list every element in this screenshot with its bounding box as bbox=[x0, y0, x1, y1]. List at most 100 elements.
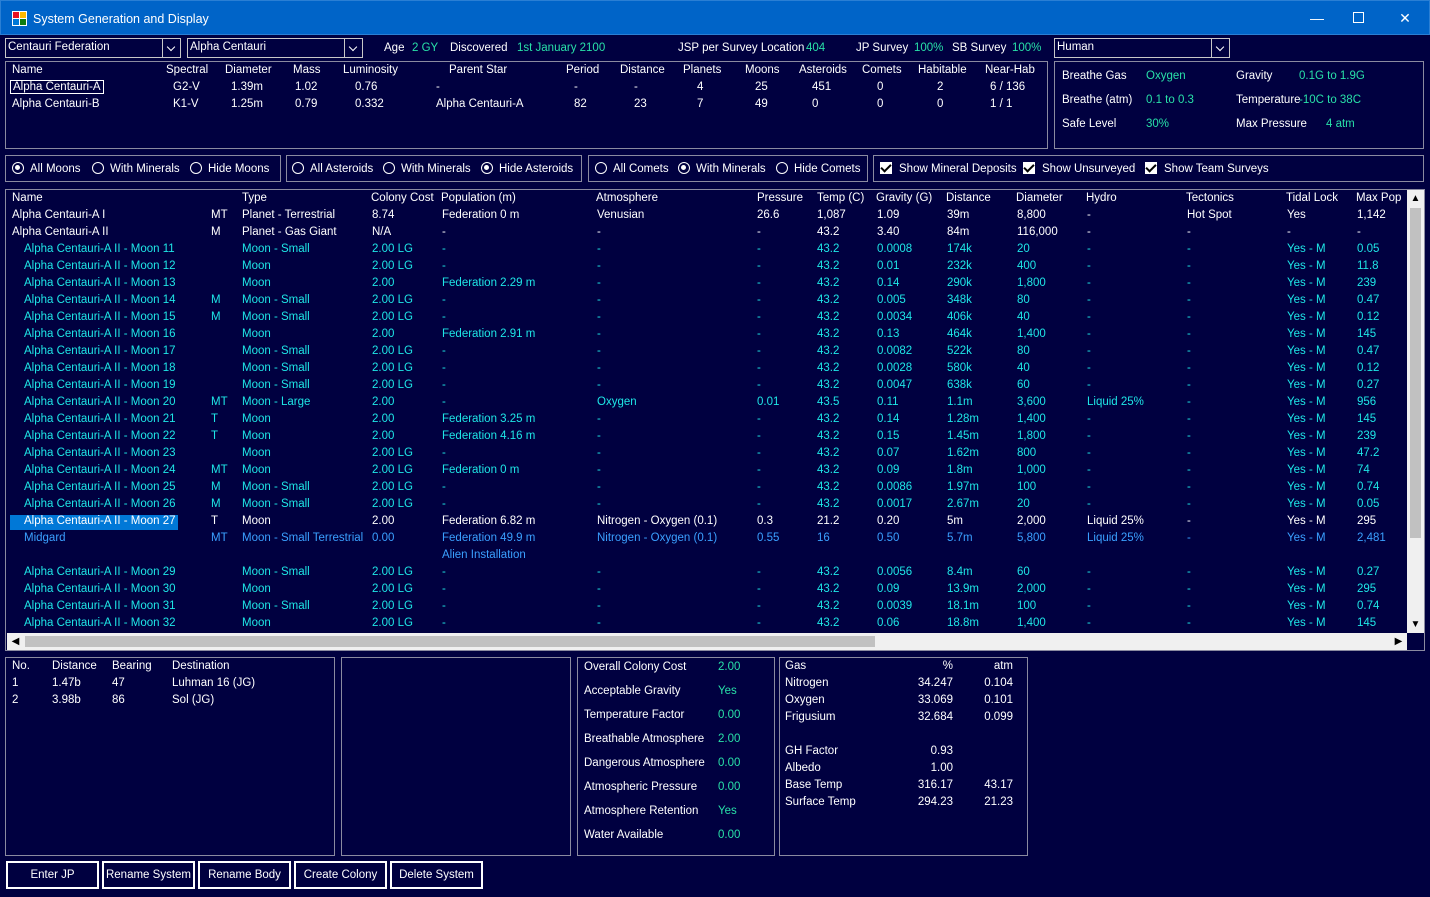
bodies-cell-max-pop: 0.74 bbox=[1357, 600, 1380, 612]
bodies-cell-tidal-lock: Yes - M bbox=[1287, 532, 1326, 544]
bodies-header-temp[interactable]: Temp (C) bbox=[817, 192, 864, 204]
bodies-cell-name[interactable]: Alpha Centauri-A II - Moon 16 bbox=[24, 328, 176, 340]
bodies-cell-diameter: 400 bbox=[1017, 260, 1037, 272]
bodies-cell-gravity: 0.0017 bbox=[877, 498, 913, 510]
jp-cell-no[interactable]: 2 bbox=[12, 694, 18, 706]
radio-hide-comets[interactable]: Hide Comets bbox=[776, 162, 860, 175]
horizontal-scroll-thumb[interactable] bbox=[25, 636, 875, 647]
discovered-label: Discovered bbox=[450, 42, 508, 54]
jp-header-bearing[interactable]: Bearing bbox=[112, 660, 152, 672]
bodies-header-name[interactable]: Name bbox=[12, 192, 43, 204]
bodies-cell-name[interactable]: Alpha Centauri-A I bbox=[12, 209, 105, 221]
bodies-cell-colony-cost: 2.00 LG bbox=[372, 617, 413, 629]
bodies-header-diameter[interactable]: Diameter bbox=[1016, 192, 1063, 204]
stars-cell-spectral: K1-V bbox=[173, 98, 199, 110]
bodies-cell-diameter: 5,800 bbox=[1017, 532, 1046, 544]
bodies-cell-pressure: - bbox=[757, 430, 761, 442]
bodies-cell-name[interactable]: Alpha Centauri-A II - Moon 21 bbox=[24, 413, 176, 425]
close-icon[interactable]: ✕ bbox=[1396, 9, 1414, 27]
delete-system-button[interactable]: Delete System bbox=[390, 861, 483, 889]
radio-all-asteroids[interactable]: All Asteroids bbox=[292, 162, 373, 175]
checkbox-show-mineral-deposits[interactable]: Show Mineral Deposits bbox=[880, 162, 1017, 175]
radio-moons-with-minerals[interactable]: With Minerals bbox=[92, 162, 180, 175]
bodies-header-gravity[interactable]: Gravity (G) bbox=[876, 192, 932, 204]
jp-header-distance[interactable]: Distance bbox=[52, 660, 97, 672]
bodies-cell-name[interactable]: Alpha Centauri-A II - Moon 32 bbox=[24, 617, 176, 629]
bodies-cell-name[interactable]: Alpha Centauri-A II bbox=[12, 226, 109, 238]
bodies-header-tidal-lock[interactable]: Tidal Lock bbox=[1286, 192, 1338, 204]
gas-name: Oxygen bbox=[785, 694, 825, 706]
radio-asteroids-with-minerals[interactable]: With Minerals bbox=[383, 162, 471, 175]
jp-header-destination[interactable]: Destination bbox=[172, 660, 230, 672]
scroll-left-icon[interactable]: ◀ bbox=[7, 633, 24, 650]
bodies-cell-name[interactable]: Alpha Centauri-A II - Moon 13 bbox=[24, 277, 176, 289]
bodies-cell-population: Federation 3.25 m bbox=[442, 413, 536, 425]
bodies-header-colony-cost[interactable]: Colony Cost bbox=[371, 192, 434, 204]
bodies-cell-flags: M bbox=[211, 294, 221, 306]
bodies-cell-name[interactable]: Alpha Centauri-A II - Moon 12 bbox=[24, 260, 176, 272]
bodies-cell-name[interactable]: Alpha Centauri-A II - Moon 29 bbox=[24, 566, 176, 578]
bodies-cell-name[interactable]: Alpha Centauri-A II - Moon 25 bbox=[24, 481, 176, 493]
chevron-down-icon[interactable] bbox=[344, 39, 362, 57]
create-colony-button[interactable]: Create Colony bbox=[294, 861, 387, 889]
radio-all-moons[interactable]: All Moons bbox=[12, 162, 81, 175]
bodies-cell-name[interactable]: Alpha Centauri-A II - Moon 14 bbox=[24, 294, 176, 306]
scroll-right-icon[interactable]: ▶ bbox=[1390, 633, 1407, 650]
bodies-cell-name[interactable]: Midgard bbox=[24, 532, 66, 544]
bodies-header-pressure[interactable]: Pressure bbox=[757, 192, 803, 204]
bodies-cell-name[interactable]: Alpha Centauri-A II - Moon 19 bbox=[24, 379, 176, 391]
minimize-icon[interactable]: — bbox=[1308, 9, 1326, 27]
radio-comets-with-minerals[interactable]: With Minerals bbox=[678, 162, 766, 175]
radio-hide-asteroids[interactable]: Hide Asteroids bbox=[481, 162, 573, 175]
scroll-down-icon[interactable]: ▼ bbox=[1407, 616, 1424, 633]
bodies-cell-name[interactable]: Alpha Centauri-A II - Moon 27 bbox=[10, 515, 178, 530]
bodies-cell-name[interactable]: Alpha Centauri-A II - Moon 23 bbox=[24, 447, 176, 459]
rename-system-button[interactable]: Rename System bbox=[102, 861, 195, 889]
vertical-scroll-thumb[interactable] bbox=[1410, 208, 1421, 538]
vertical-scrollbar[interactable]: ▲ ▼ bbox=[1407, 190, 1424, 633]
race-select[interactable]: Centauri Federation bbox=[5, 38, 181, 58]
bodies-cell-name[interactable]: Alpha Centauri-A II - Moon 20 bbox=[24, 396, 176, 408]
bodies-cell-population: - bbox=[442, 600, 446, 612]
jp-header-no[interactable]: No. bbox=[12, 660, 30, 672]
checkbox-show-team-surveys[interactable]: Show Team Surveys bbox=[1145, 162, 1269, 175]
stars-cell-name[interactable]: Alpha Centauri-A bbox=[10, 80, 104, 94]
bodies-header-type[interactable]: Type bbox=[242, 192, 267, 204]
checkbox-show-unsurveyed[interactable]: Show Unsurveyed bbox=[1023, 162, 1135, 175]
jp-cell-no[interactable]: 1 bbox=[12, 677, 18, 689]
bodies-cell-name[interactable]: Alpha Centauri-A II - Moon 15 bbox=[24, 311, 176, 323]
maximize-icon[interactable] bbox=[1350, 9, 1368, 27]
bodies-cell-name[interactable]: Alpha Centauri-A II - Moon 31 bbox=[24, 600, 176, 612]
checkbox-label: Show Mineral Deposits bbox=[899, 163, 1017, 175]
bodies-cell-name[interactable]: Alpha Centauri-A II - Moon 24 bbox=[24, 464, 176, 476]
system-select[interactable]: Alpha Centauri bbox=[187, 38, 363, 58]
bodies-header-max-pop[interactable]: Max Pop bbox=[1356, 192, 1401, 204]
rename-body-button[interactable]: Rename Body bbox=[198, 861, 291, 889]
bodies-cell-temp: 43.2 bbox=[817, 600, 840, 612]
bodies-cell-name[interactable]: Alpha Centauri-A II - Moon 17 bbox=[24, 345, 176, 357]
radio-icon bbox=[595, 162, 607, 174]
chevron-down-icon[interactable] bbox=[1211, 39, 1229, 57]
bodies-cell-distance: 1.45m bbox=[947, 430, 979, 442]
bodies-header-distance[interactable]: Distance bbox=[946, 192, 991, 204]
bodies-header-population[interactable]: Population (m) bbox=[441, 192, 516, 204]
enter-jp-button[interactable]: Enter JP bbox=[6, 861, 99, 889]
bodies-cell-name[interactable]: Alpha Centauri-A II - Moon 26 bbox=[24, 498, 176, 510]
radio-hide-moons[interactable]: Hide Moons bbox=[190, 162, 269, 175]
stars-cell-name[interactable]: Alpha Centauri-B bbox=[12, 98, 100, 110]
species-select[interactable]: Human bbox=[1054, 38, 1230, 58]
bodies-header-tectonics[interactable]: Tectonics bbox=[1186, 192, 1234, 204]
jp-cell-destination: Sol (JG) bbox=[172, 694, 215, 706]
chevron-down-icon[interactable] bbox=[162, 39, 180, 57]
scroll-up-icon[interactable]: ▲ bbox=[1407, 190, 1424, 207]
jp-survey-label: JP Survey bbox=[856, 42, 909, 54]
bodies-header-atmosphere[interactable]: Atmosphere bbox=[596, 192, 658, 204]
horizontal-scrollbar[interactable]: ◀ ▶ bbox=[7, 633, 1407, 650]
bodies-cell-pressure: - bbox=[757, 600, 761, 612]
bodies-header-hydro[interactable]: Hydro bbox=[1086, 192, 1117, 204]
bodies-cell-name[interactable]: Alpha Centauri-A II - Moon 11 bbox=[24, 243, 175, 255]
bodies-cell-name[interactable]: Alpha Centauri-A II - Moon 18 bbox=[24, 362, 176, 374]
radio-all-comets[interactable]: All Comets bbox=[595, 162, 669, 175]
bodies-cell-name[interactable]: Alpha Centauri-A II - Moon 30 bbox=[24, 583, 176, 595]
bodies-cell-name[interactable]: Alpha Centauri-A II - Moon 22 bbox=[24, 430, 176, 442]
